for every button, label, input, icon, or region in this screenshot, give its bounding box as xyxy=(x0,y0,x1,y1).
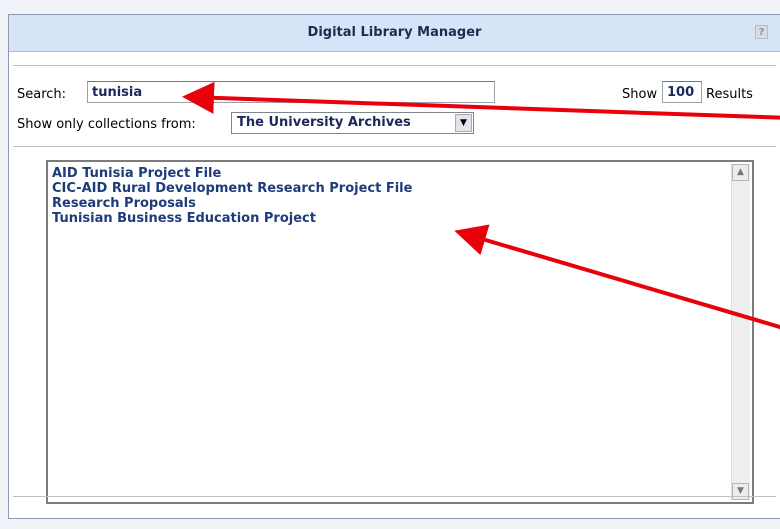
list-scrollbar[interactable]: ▲ ▼ xyxy=(731,164,750,500)
results-label: Results xyxy=(706,87,753,102)
list-item[interactable]: Research Proposals xyxy=(52,196,412,211)
list-item[interactable]: Tunisian Business Education Project xyxy=(52,211,412,226)
collection-results-list[interactable]: AID Tunisia Project File CIC-AID Rural D… xyxy=(46,160,754,504)
collection-filter-value: The University Archives xyxy=(237,115,411,130)
collection-filter-label: Show only collections from: xyxy=(17,117,196,132)
list-item[interactable]: AID Tunisia Project File xyxy=(52,166,412,181)
panel-title: Digital Library Manager xyxy=(307,25,482,40)
results-count-input[interactable] xyxy=(662,81,702,103)
divider-middle xyxy=(13,146,776,147)
library-manager-panel: Digital Library Manager ? Search: Show R… xyxy=(8,14,780,519)
scroll-up-icon[interactable]: ▲ xyxy=(732,164,749,181)
list-item[interactable]: CIC-AID Rural Development Research Proje… xyxy=(52,181,412,196)
show-label: Show xyxy=(622,87,658,102)
search-label: Search: xyxy=(17,87,67,102)
divider-bottom xyxy=(13,496,776,497)
divider-top xyxy=(13,65,776,66)
chevron-down-icon[interactable]: ▼ xyxy=(455,114,472,132)
collection-filter-select[interactable]: The University Archives ▼ xyxy=(231,112,474,134)
help-icon[interactable]: ? xyxy=(755,25,768,39)
list-items: AID Tunisia Project File CIC-AID Rural D… xyxy=(52,166,412,226)
search-input[interactable] xyxy=(87,81,495,103)
title-bar: Digital Library Manager ? xyxy=(9,15,780,52)
scroll-down-icon[interactable]: ▼ xyxy=(732,483,749,500)
